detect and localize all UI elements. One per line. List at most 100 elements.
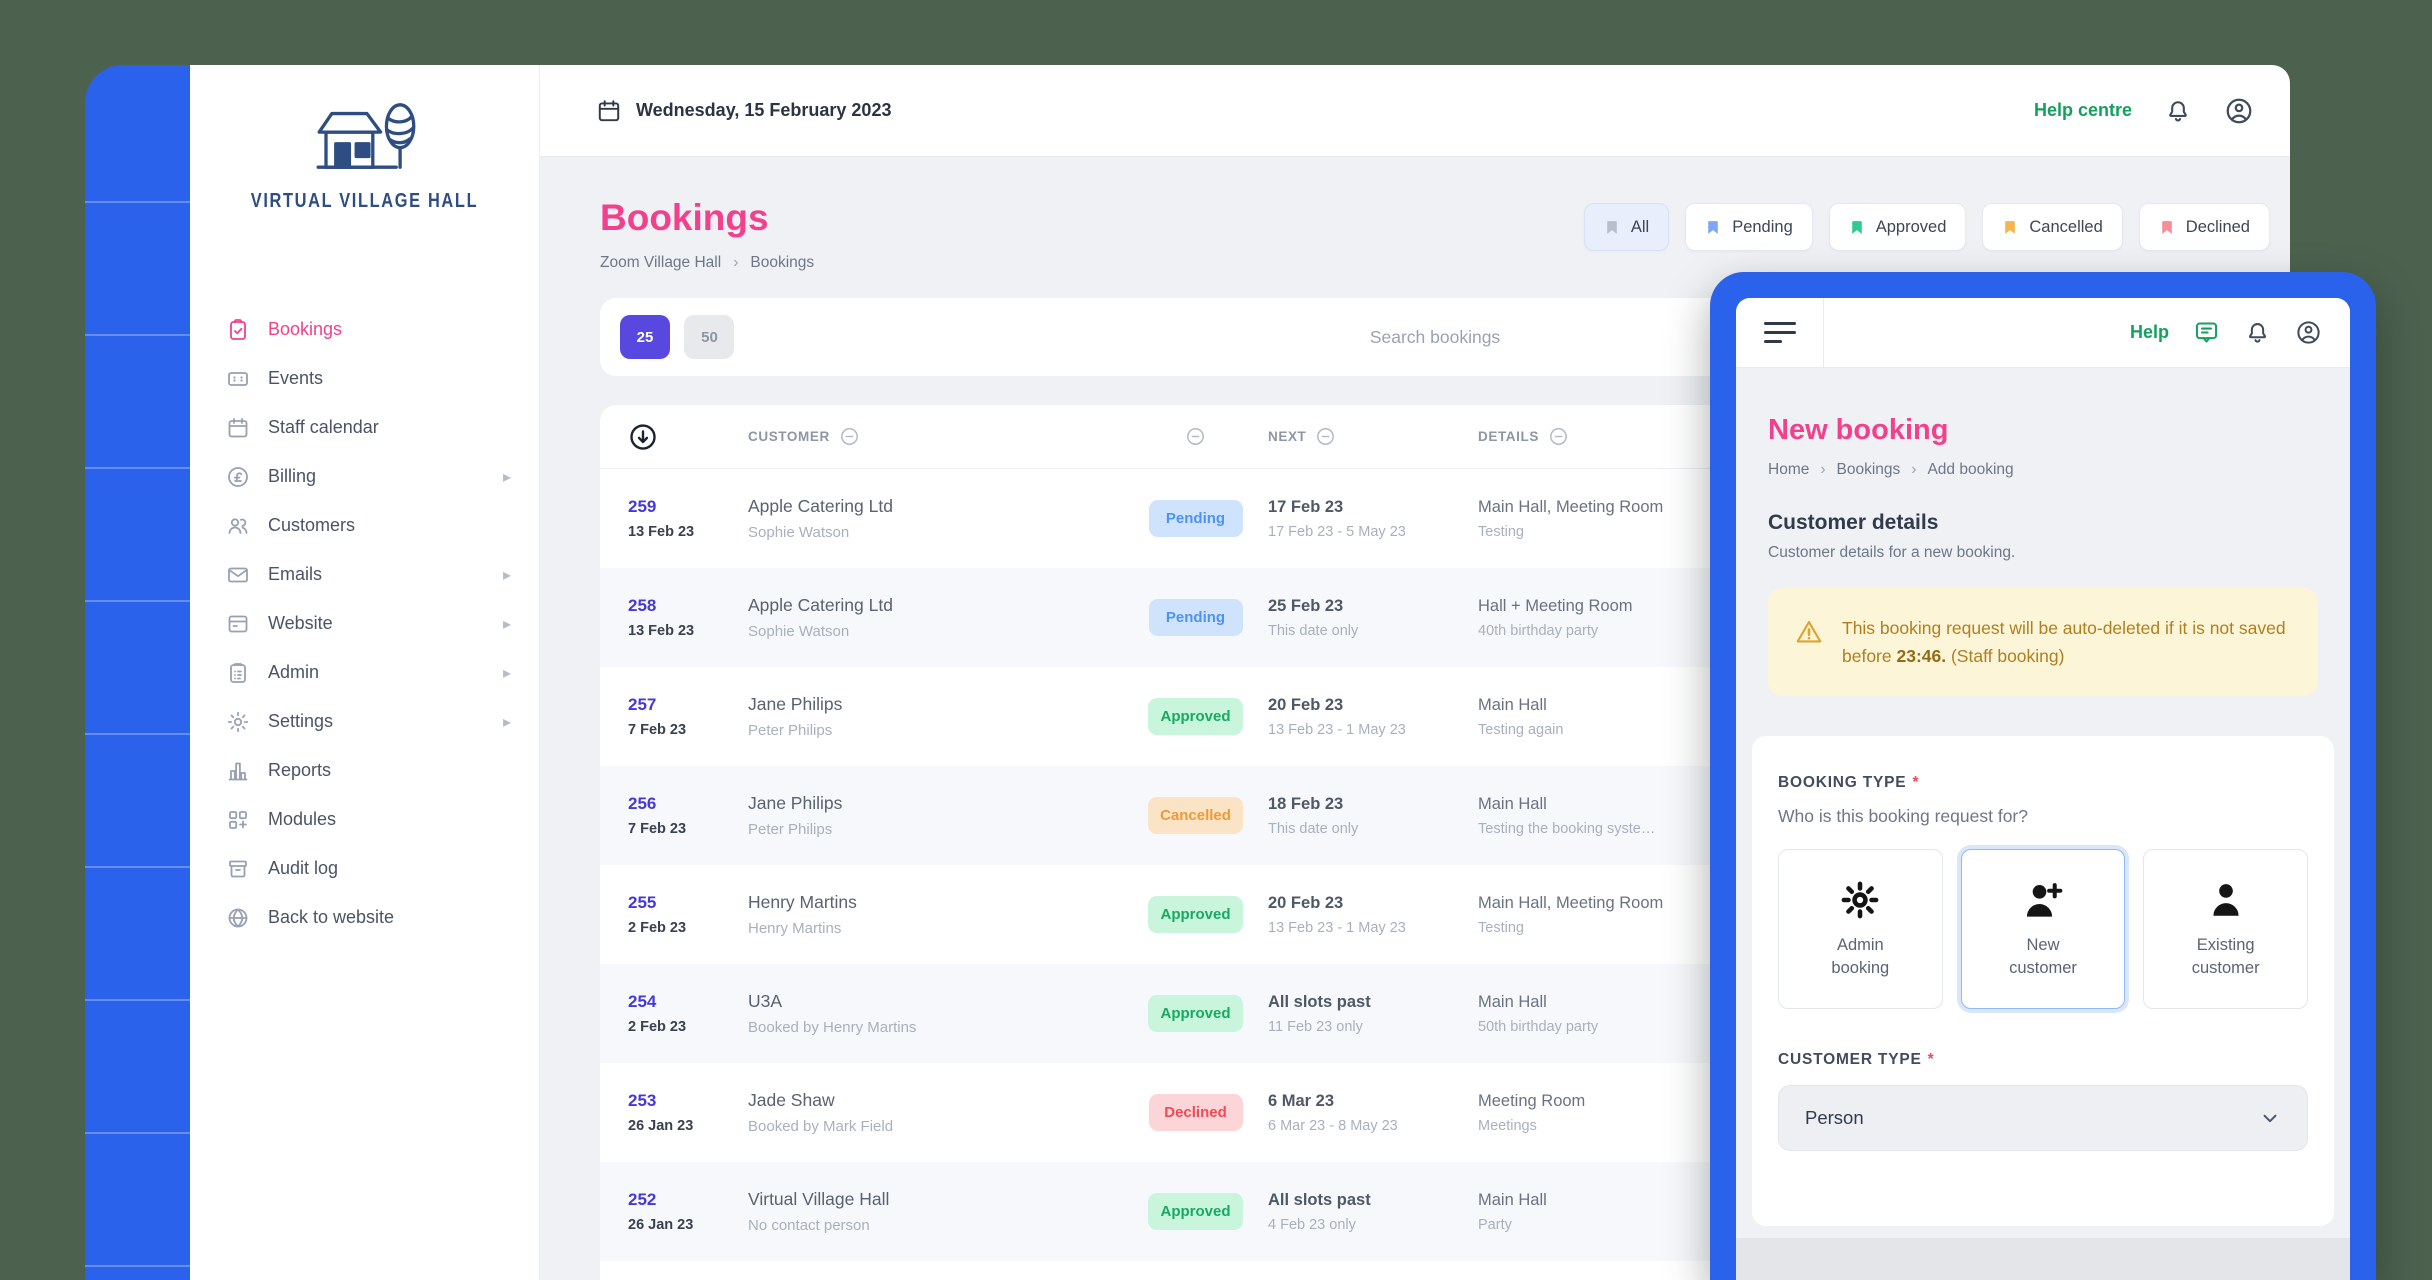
booking-type-option[interactable]: Admin booking bbox=[1778, 849, 1943, 1009]
sidebar-item[interactable]: Modules bbox=[190, 795, 539, 844]
user-avatar-icon[interactable] bbox=[2224, 96, 2254, 126]
option-label: New customer bbox=[1993, 934, 2093, 979]
sidebar-item-label: Settings bbox=[268, 711, 333, 732]
cell-next: 20 Feb 23 13 Feb 23 - 1 May 23 bbox=[1258, 894, 1463, 936]
section-subtitle: Customer details for a new booking. bbox=[1768, 544, 2318, 562]
main-topbar: Wednesday, 15 February 2023 Help centre bbox=[540, 65, 2290, 157]
sidebar-item[interactable]: Admin ▸ bbox=[190, 648, 539, 697]
breadcrumb-root[interactable]: Zoom Village Hall bbox=[600, 254, 721, 272]
sidebar-item-icon bbox=[226, 612, 250, 636]
sidebar-item-icon bbox=[226, 563, 250, 587]
booking-type-card: Booking type* Who is this booking reques… bbox=[1752, 736, 2334, 1226]
cell-customer: Jane Philips Peter Philips bbox=[748, 694, 1133, 739]
submenu-arrow-icon: ▸ bbox=[503, 614, 511, 634]
cell-customer: Henry Martins Henry Martins bbox=[748, 892, 1133, 937]
sidebar-item-icon bbox=[226, 465, 250, 489]
status-badge: Declined bbox=[1149, 1094, 1243, 1131]
status-badge: Approved bbox=[1148, 896, 1242, 933]
cell-booking-id: 255 2 Feb 23 bbox=[628, 893, 748, 936]
page-size-button[interactable]: 25 bbox=[620, 315, 670, 359]
sidebar-item-label: Audit log bbox=[268, 858, 338, 879]
topbar-actions: Help centre bbox=[2034, 96, 2254, 126]
sidebar-item[interactable]: Website ▸ bbox=[190, 599, 539, 648]
chat-bubble-icon[interactable] bbox=[2193, 319, 2220, 346]
sidebar-item-label: Billing bbox=[268, 466, 316, 487]
sidebar-item[interactable]: Reports bbox=[190, 746, 539, 795]
download-circle-icon[interactable] bbox=[628, 422, 658, 452]
sidebar-item-label: Bookings bbox=[268, 319, 342, 340]
panel-footer-strip bbox=[1736, 1238, 2350, 1280]
menu-icon[interactable] bbox=[1736, 298, 1824, 367]
cell-customer: Jade Shaw Booked by Mark Field bbox=[748, 1090, 1133, 1135]
sort-minus-icon[interactable] bbox=[1315, 426, 1336, 447]
sidebar-item[interactable]: Staff calendar bbox=[190, 403, 539, 452]
sidebar-item[interactable]: Settings ▸ bbox=[190, 697, 539, 746]
cell-next: 20 Feb 23 13 Feb 23 - 1 May 23 bbox=[1258, 696, 1463, 738]
filter-chip[interactable]: Declined bbox=[2139, 203, 2270, 251]
warning-text: This booking request will be auto-delete… bbox=[1842, 614, 2292, 670]
sidebar-item[interactable]: Back to website bbox=[190, 893, 539, 942]
filter-chip[interactable]: All bbox=[1584, 203, 1669, 251]
sidebar-item[interactable]: Customers bbox=[190, 501, 539, 550]
sort-minus-icon[interactable] bbox=[1548, 426, 1569, 447]
sidebar-item-icon bbox=[226, 318, 250, 342]
help-link[interactable]: Help bbox=[2130, 322, 2169, 343]
booking-type-option[interactable]: New customer bbox=[1961, 849, 2126, 1009]
sort-minus-icon[interactable] bbox=[839, 426, 860, 447]
sidebar-item-label: Reports bbox=[268, 760, 331, 781]
sidebar-item-icon bbox=[226, 906, 250, 930]
decorative-blue-strip bbox=[85, 65, 190, 1280]
sidebar-item[interactable]: Audit log bbox=[190, 844, 539, 893]
sidebar-item[interactable]: Emails ▸ bbox=[190, 550, 539, 599]
help-centre-link[interactable]: Help centre bbox=[2034, 100, 2132, 121]
cell-booking-id: 254 2 Feb 23 bbox=[628, 992, 748, 1035]
sort-minus-icon[interactable] bbox=[1185, 426, 1206, 447]
bell-icon[interactable] bbox=[2244, 319, 2271, 346]
customer-type-field: Customer type* Person bbox=[1778, 1051, 2308, 1151]
submenu-arrow-icon: ▸ bbox=[503, 663, 511, 683]
page-size-button[interactable]: 50 bbox=[684, 315, 734, 359]
user-avatar-icon[interactable] bbox=[2295, 319, 2322, 346]
cell-customer: Jane Philips Peter Philips bbox=[748, 793, 1133, 838]
cell-booking-id: 258 13 Feb 23 bbox=[628, 596, 748, 639]
panel-topbar: Help bbox=[1736, 298, 2350, 368]
sidebar-item[interactable]: Billing ▸ bbox=[190, 452, 539, 501]
cell-booking-id: 257 7 Feb 23 bbox=[628, 695, 748, 738]
filter-chip[interactable]: Cancelled bbox=[1982, 203, 2122, 251]
option-icon bbox=[2022, 879, 2064, 921]
sidebar-item[interactable]: Bookings bbox=[190, 305, 539, 354]
breadcrumb: Zoom Village Hall › Bookings bbox=[600, 254, 814, 272]
booking-type-question: Who is this booking request for? bbox=[1778, 806, 2308, 827]
breadcrumb-bookings[interactable]: Bookings bbox=[1837, 461, 1901, 479]
booking-type-label: Booking type* bbox=[1778, 774, 2308, 792]
cell-customer: U3A Booked by Henry Martins bbox=[748, 991, 1133, 1036]
breadcrumb-home[interactable]: Home bbox=[1768, 461, 1809, 479]
sidebar-item-icon bbox=[226, 367, 250, 391]
sidebar-item-label: Back to website bbox=[268, 907, 394, 928]
warning-banner: This booking request will be auto-delete… bbox=[1768, 588, 2318, 696]
status-filter-chips: All Pending Approved Cancelled bbox=[1584, 203, 2270, 251]
booking-type-option[interactable]: Existing customer bbox=[2143, 849, 2308, 1009]
column-status bbox=[1133, 426, 1258, 447]
status-badge: Approved bbox=[1148, 995, 1242, 1032]
filter-chip[interactable]: Pending bbox=[1685, 203, 1813, 251]
cell-next: 17 Feb 23 17 Feb 23 - 5 May 23 bbox=[1258, 498, 1463, 540]
sidebar-item-label: Emails bbox=[268, 564, 322, 585]
sidebar-item-label: Website bbox=[268, 613, 333, 634]
warning-triangle-icon bbox=[1794, 617, 1824, 647]
sidebar-item[interactable]: Events bbox=[190, 354, 539, 403]
bookmark-icon bbox=[1849, 218, 1865, 237]
cell-next: 18 Feb 23 This date only bbox=[1258, 795, 1463, 837]
cell-next: All slots past 11 Feb 23 only bbox=[1258, 993, 1463, 1035]
filter-chip[interactable]: Approved bbox=[1829, 203, 1967, 251]
status-badge: Cancelled bbox=[1148, 797, 1243, 834]
status-badge: Pending bbox=[1149, 500, 1243, 537]
cell-status: Cancelled bbox=[1133, 797, 1258, 834]
cell-customer: Apple Catering Ltd Sophie Watson bbox=[748, 496, 1133, 541]
filter-chip-label: Declined bbox=[2186, 218, 2250, 237]
mobile-panel-screen: Help New booking Home › Bookings › Add b… bbox=[1736, 298, 2350, 1280]
customer-type-select[interactable]: Person bbox=[1778, 1085, 2308, 1151]
bell-icon[interactable] bbox=[2164, 97, 2192, 125]
submenu-arrow-icon: ▸ bbox=[503, 565, 511, 585]
sidebar-item-icon bbox=[226, 759, 250, 783]
